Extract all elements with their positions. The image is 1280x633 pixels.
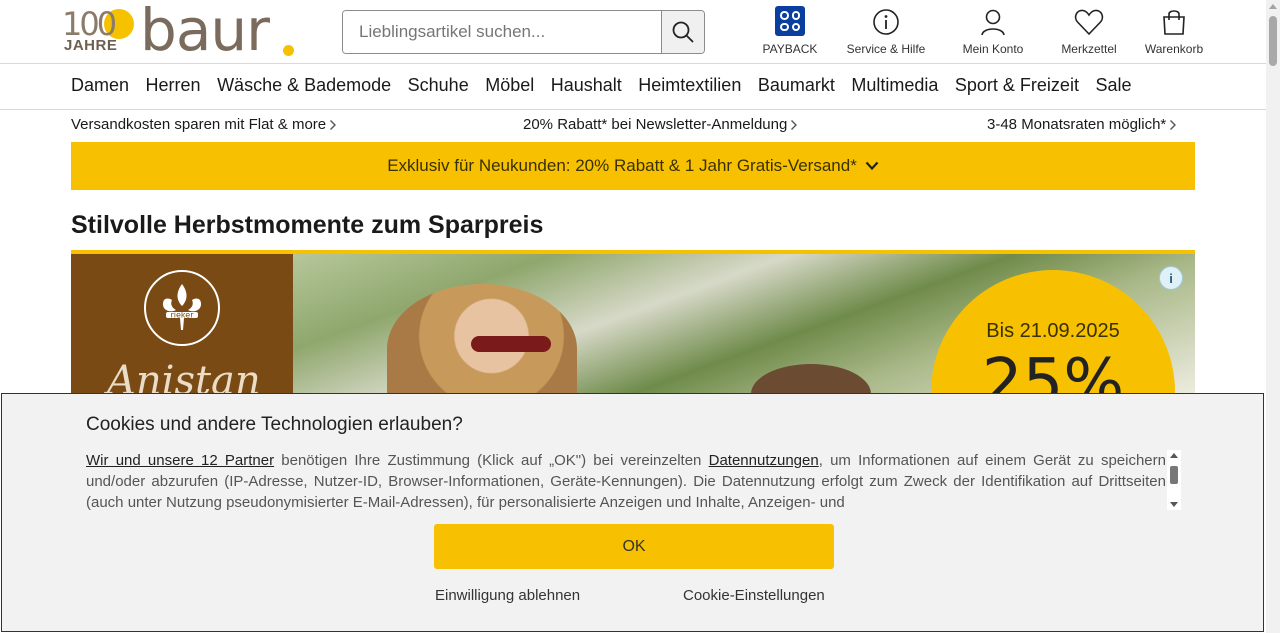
data-usage-link[interactable]: Datennutzungen bbox=[709, 452, 819, 469]
wishlist-label: Merkzettel bbox=[1061, 42, 1117, 56]
nav-item-herren[interactable]: Herren bbox=[146, 75, 201, 96]
account-label: Mein Konto bbox=[962, 42, 1024, 56]
user-icon bbox=[981, 9, 1005, 36]
rieker-panel: rieker Anistan bbox=[71, 254, 293, 400]
nav-item-moebel[interactable]: Möbel bbox=[485, 75, 534, 96]
page-scrollbar[interactable] bbox=[1266, 0, 1280, 633]
heart-icon bbox=[1074, 9, 1104, 36]
nav-item-multimedia[interactable]: Multimedia bbox=[851, 75, 938, 96]
service-link[interactable]: Service & Hilfe bbox=[830, 6, 942, 56]
fleur-de-lis-icon: rieker bbox=[162, 284, 202, 330]
usp-installments[interactable]: 3-48 Monatsraten möglich* bbox=[987, 116, 1177, 133]
shopping-bag-icon bbox=[1163, 10, 1185, 35]
payback-label: PAYBACK bbox=[762, 42, 818, 56]
usp-installments-label: 3-48 Monatsraten möglich* bbox=[987, 116, 1167, 133]
cookie-body-scrollbar[interactable] bbox=[1167, 450, 1181, 510]
cookie-decline-button[interactable]: Einwilligung ablehnen bbox=[435, 587, 580, 604]
payback-link[interactable]: PAYBACK bbox=[750, 6, 830, 56]
new-customer-banner[interactable]: Exklusiv für Neukunden: 20% Rabatt & 1 J… bbox=[71, 142, 1195, 190]
nav-item-haushalt[interactable]: Haushalt bbox=[551, 75, 622, 96]
scrollbar-thumb[interactable] bbox=[1269, 16, 1277, 66]
search-button[interactable] bbox=[661, 11, 704, 53]
payback-icon bbox=[775, 6, 805, 36]
nav-item-sale[interactable]: Sale bbox=[1095, 75, 1131, 96]
cart-label: Warenkorb bbox=[1144, 42, 1204, 56]
rieker-logo: rieker bbox=[144, 270, 220, 346]
nav-item-waesche[interactable]: Wäsche & Bademode bbox=[217, 75, 391, 96]
sunglasses-shape bbox=[471, 336, 551, 352]
partners-link[interactable]: Wir und unsere 12 Partner bbox=[86, 452, 274, 469]
site-header: 100 JAHRE baur PAYBACK Service & Hilfe M… bbox=[0, 0, 1266, 64]
promo-teaser[interactable]: rieker Anistan Bis 21.09.2025 25% i bbox=[71, 250, 1195, 400]
header-icons: PAYBACK Service & Hilfe Mein Konto Merkz… bbox=[750, 6, 1215, 58]
info-icon bbox=[873, 9, 899, 35]
cart-link[interactable]: Warenkorb bbox=[1133, 6, 1215, 56]
search-input[interactable] bbox=[343, 11, 661, 53]
cookie-body: Wir und unsere 12 Partner benötigen Ihre… bbox=[86, 450, 1166, 510]
nav-item-damen[interactable]: Damen bbox=[71, 75, 129, 96]
wishlist-link[interactable]: Merkzettel bbox=[1048, 6, 1130, 56]
discount-percent: 25% bbox=[981, 346, 1125, 400]
main-navigation: Damen Herren Wäsche & Bademode Schuhe Mö… bbox=[0, 65, 1266, 110]
rieker-wordmark: rieker bbox=[171, 311, 195, 320]
usp-newsletter-label: 20% Rabatt* bei Newsletter-Anmeldung bbox=[523, 116, 788, 133]
brand-dot bbox=[283, 45, 294, 56]
offer-until-date: Bis 21.09.2025 bbox=[986, 320, 1120, 342]
section-headline: Stilvolle Herbstmomente zum Sparpreis bbox=[71, 211, 544, 239]
chevron-right-icon bbox=[1170, 119, 1177, 130]
cookie-consent-dialog: Cookies und andere Technologien erlauben… bbox=[1, 393, 1264, 632]
scroll-up-arrow-icon[interactable] bbox=[1269, 4, 1277, 9]
usp-flat[interactable]: Versandkosten sparen mit Flat & more bbox=[71, 116, 337, 133]
chevron-right-icon bbox=[330, 119, 337, 130]
nav-item-sport[interactable]: Sport & Freizeit bbox=[955, 75, 1079, 96]
info-icon[interactable]: i bbox=[1159, 266, 1183, 290]
search-icon bbox=[672, 21, 694, 43]
scroll-down-arrow-icon[interactable] bbox=[1170, 502, 1178, 507]
cookie-settings-button[interactable]: Cookie-Einstellungen bbox=[683, 587, 825, 604]
cookie-title: Cookies und andere Technologien erlauben… bbox=[86, 414, 463, 435]
cookie-body-text-a: benötigen Ihre Zustimmung (Klick auf „OK… bbox=[274, 452, 709, 469]
chevron-down-icon bbox=[865, 161, 879, 171]
jubilee-word: JAHRE bbox=[64, 37, 118, 54]
scroll-up-arrow-icon[interactable] bbox=[1170, 453, 1178, 458]
nav-item-heimtextilien[interactable]: Heimtextilien bbox=[638, 75, 741, 96]
cookie-scrollbar-thumb[interactable] bbox=[1170, 466, 1178, 484]
chevron-right-icon bbox=[791, 119, 798, 130]
search-bar bbox=[342, 10, 705, 54]
usp-newsletter[interactable]: 20% Rabatt* bei Newsletter-Anmeldung bbox=[523, 116, 798, 133]
account-link[interactable]: Mein Konto bbox=[948, 6, 1038, 56]
baur-logo[interactable]: 100 JAHRE baur bbox=[62, 0, 302, 64]
brand-name: baur bbox=[140, 0, 270, 64]
nav-item-baumarkt[interactable]: Baumarkt bbox=[758, 75, 835, 96]
nav-item-schuhe[interactable]: Schuhe bbox=[408, 75, 469, 96]
service-label: Service & Hilfe bbox=[846, 42, 926, 56]
promo-text: Exklusiv für Neukunden: 20% Rabatt & 1 J… bbox=[387, 156, 857, 175]
cookie-ok-button[interactable]: OK bbox=[434, 524, 834, 569]
usp-flat-label: Versandkosten sparen mit Flat & more bbox=[71, 116, 327, 133]
